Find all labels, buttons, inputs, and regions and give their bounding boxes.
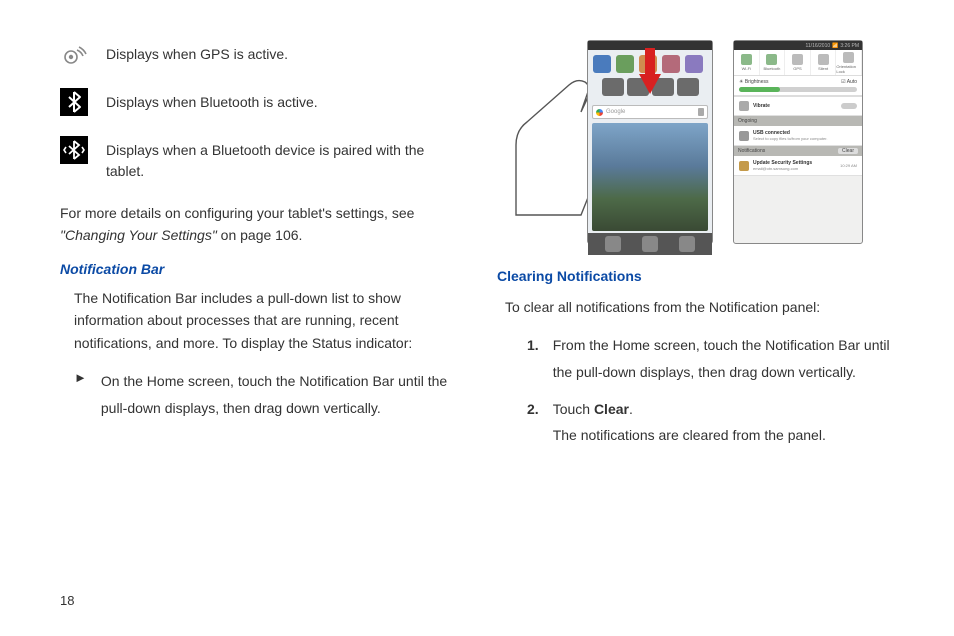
bluetooth-paired-desc: Displays when a Bluetooth device is pair… (106, 136, 457, 182)
step-number: 1. (527, 332, 539, 385)
step-2-text: Touch Clear. The notifications are clear… (553, 396, 826, 449)
clearing-intro: To clear all notifications from the Noti… (505, 296, 894, 318)
page-number: 18 (60, 593, 74, 608)
heading-clearing-notifications: Clearing Notifications (497, 268, 894, 284)
bluetooth-paired-icon (60, 136, 88, 164)
step-number: 2. (527, 396, 539, 449)
more-details-para: For more details on configuring your tab… (60, 202, 457, 247)
bluetooth-icon (60, 88, 88, 116)
gps-desc: Displays when GPS is active. (106, 40, 288, 65)
gps-icon (60, 40, 88, 68)
phone-notification-panel-mock: 11/16/2010 📶 3:26 PM Wi-Fi Bluetooth GPS… (733, 40, 863, 244)
figure-notification-pulldown: Google 11/16/2010 📶 3:26 (497, 40, 894, 244)
search-placeholder: Google (606, 109, 695, 115)
notification-bar-body: The Notification Bar includes a pull-dow… (60, 287, 457, 354)
heading-notification-bar: Notification Bar (60, 261, 457, 277)
xref-changing-settings: "Changing Your Settings" (60, 227, 217, 243)
triangle-bullet-icon: ► (74, 368, 87, 421)
clear-button-mock: Clear (838, 148, 858, 154)
bluetooth-desc: Displays when Bluetooth is active. (106, 88, 318, 113)
step-1-text: From the Home screen, touch the Notifica… (553, 332, 894, 385)
notification-bar-step: On the Home screen, touch the Notificati… (101, 368, 457, 421)
drag-down-arrow-icon (639, 48, 661, 94)
